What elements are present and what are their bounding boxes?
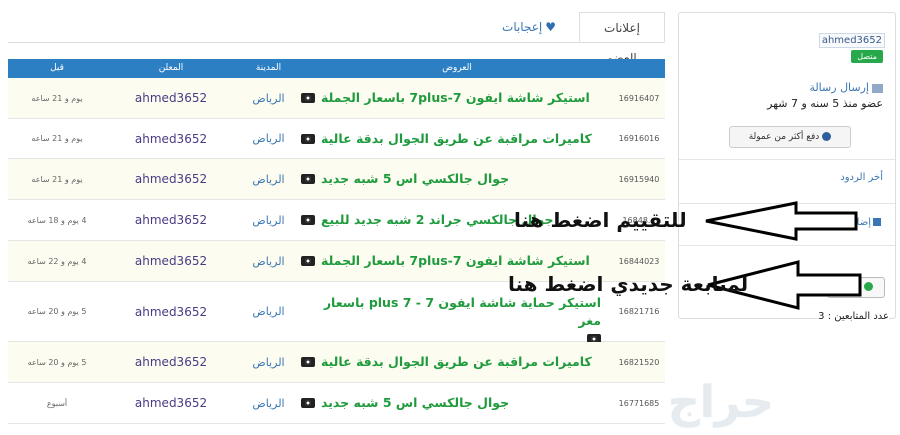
ad-title-link[interactable]: كاميرات مراقبة عن طريق الجوال بدقة عالية [301,342,613,382]
check-circle-icon [822,132,832,141]
ad-user[interactable]: ahmed3652 [106,241,236,281]
header-offers: العروض [442,63,472,73]
divider [679,245,895,246]
username-label[interactable]: ahmed3652 [818,33,885,48]
ad-id: 16916407 [618,93,660,103]
ad-user[interactable]: ahmed3652 [106,282,236,341]
ad-title: جوال جالكسي اس 5 شبه جديد [321,171,510,186]
ad-user[interactable]: ahmed3652 [106,119,236,158]
send-message-link[interactable]: إرسال رسالة [809,81,883,94]
ad-age: أسبوع [46,398,68,408]
table-row[interactable]: 16916407 استيكر شاشة ايفون 7plus-7 باسعا… [8,78,665,119]
envelope-icon [872,83,883,93]
ad-age: 5 يوم و 20 ساعه [27,307,87,316]
add-rating-label: إضافة تقييم [822,217,871,228]
ad-title: جوال جالكسي اس 5 شبه جديد [321,395,510,410]
plus-circle-icon [863,282,873,291]
divider [679,203,895,204]
ad-city[interactable]: الرياض [236,282,301,341]
tab-likes-label: إعجابات [502,20,543,34]
member-since: عضو منذ 5 سنه و 7 شهر [767,97,883,110]
ad-id: 16771685 [618,398,660,408]
ad-city[interactable]: الرياض [236,342,301,382]
ad-age: يوم و 21 ساعه [31,134,83,143]
ad-city[interactable]: الرياض [236,200,301,240]
table-header: العروض المدينة المعلن قبل [8,59,665,78]
header-before: قبل [50,63,64,73]
ad-title-link[interactable]: جوال جالكسي اس 5 شبه جديد [301,383,613,423]
ad-city[interactable]: الرياض [236,159,301,199]
ad-city[interactable]: الرياض [236,383,301,423]
pay-commission-label: دفع أكثر من عمولة [748,132,820,142]
pay-commission-button[interactable]: دفع أكثر من عمولة [729,126,851,148]
ad-title: استيكر شاشة ايفون 7plus-7 باسعار الجملة [321,253,590,268]
table-row[interactable]: 16771685 جوال جالكسي اس 5 شبه جديد الريا… [8,383,665,424]
ads-table: العروض المدينة المعلن قبل 16916407 استيك… [8,59,665,424]
ad-city[interactable]: الرياض [236,78,301,118]
header-city: المدينة [255,63,282,73]
ad-id: 16915940 [618,174,660,184]
ad-age: 5 يوم و 20 ساعه [27,357,87,367]
followers-count: عدد المتابعين : 3 [818,311,889,322]
follow-button[interactable]: متابعة [827,277,885,298]
table-row[interactable]: 16916016 كاميرات مراقبة عن طريق الجوال ب… [8,119,665,159]
ad-title: استيكر شاشة ايفون 7plus-7 باسعار الجملة [321,90,590,105]
online-badge: متصل [851,50,883,63]
tab-member-ads[interactable]: إعلانات العضو [579,12,665,65]
ad-title: استيكر حماية شاشة ايفون 7 - plus 7 باسعا… [323,295,601,328]
ad-title-link[interactable]: كاميرات مراقبة عن طريق الجوال بدقة عالية [301,119,613,158]
ad-user[interactable]: ahmed3652 [106,78,236,118]
last-replies-link[interactable]: أخر الردود [840,172,883,183]
ad-id: 16821520 [618,357,660,367]
send-message-label: إرسال رسالة [809,81,869,94]
camera-icon [301,398,315,408]
rating-hint-text: للتقييم اضغط هنا [514,208,687,232]
ad-user[interactable]: ahmed3652 [106,200,236,240]
camera-icon [301,215,315,225]
table-row[interactable]: 16915940 جوال جالكسي اس 5 شبه جديد الريا… [8,159,665,200]
ad-user[interactable]: ahmed3652 [106,342,236,382]
ad-city[interactable]: الرياض [236,119,301,158]
follow-label: متابعة [839,282,861,292]
ad-user[interactable]: ahmed3652 [106,383,236,423]
ad-age: يوم و 21 ساعه [31,174,83,184]
ad-city[interactable]: الرياض [236,241,301,281]
ad-title-link[interactable]: جوال جالكسي اس 5 شبه جديد [301,159,613,199]
ad-user[interactable]: ahmed3652 [106,159,236,199]
haraj-watermark: حراج [668,377,774,428]
ad-age: يوم و 21 ساعه [31,93,83,103]
ad-age: 4 يوم و 22 ساعه [27,256,87,266]
ad-title: كاميرات مراقبة عن طريق الجوال بدقة عالية [321,130,592,146]
ad-id: 16916016 [618,134,660,143]
thumbs-up-icon [873,218,881,226]
camera-icon [301,174,315,184]
camera-icon [301,133,315,144]
camera-icon [301,357,315,367]
add-rating-link[interactable]: إضافة تقييم [823,217,881,228]
camera-icon [301,93,315,103]
follow-hint-text: لمتابعة جديدي اضغط هنا [508,272,749,296]
table-row[interactable]: 16821520 كاميرات مراقبة عن طريق الجوال ب… [8,342,665,383]
ad-age: 4 يوم و 18 ساعه [27,215,87,225]
camera-icon [301,256,315,266]
profile-tabs: إعلانات العضو ♥إعجابات [8,12,665,65]
ad-title-link[interactable]: استيكر شاشة ايفون 7plus-7 باسعار الجملة [301,78,613,118]
divider [679,159,895,160]
header-advertiser: المعلن [158,63,184,73]
heart-icon: ♥ [545,20,556,34]
tab-likes[interactable]: ♥إعجابات [483,12,575,42]
ad-title: كاميرات مراقبة عن طريق الجوال بدقة عالية [321,354,592,369]
